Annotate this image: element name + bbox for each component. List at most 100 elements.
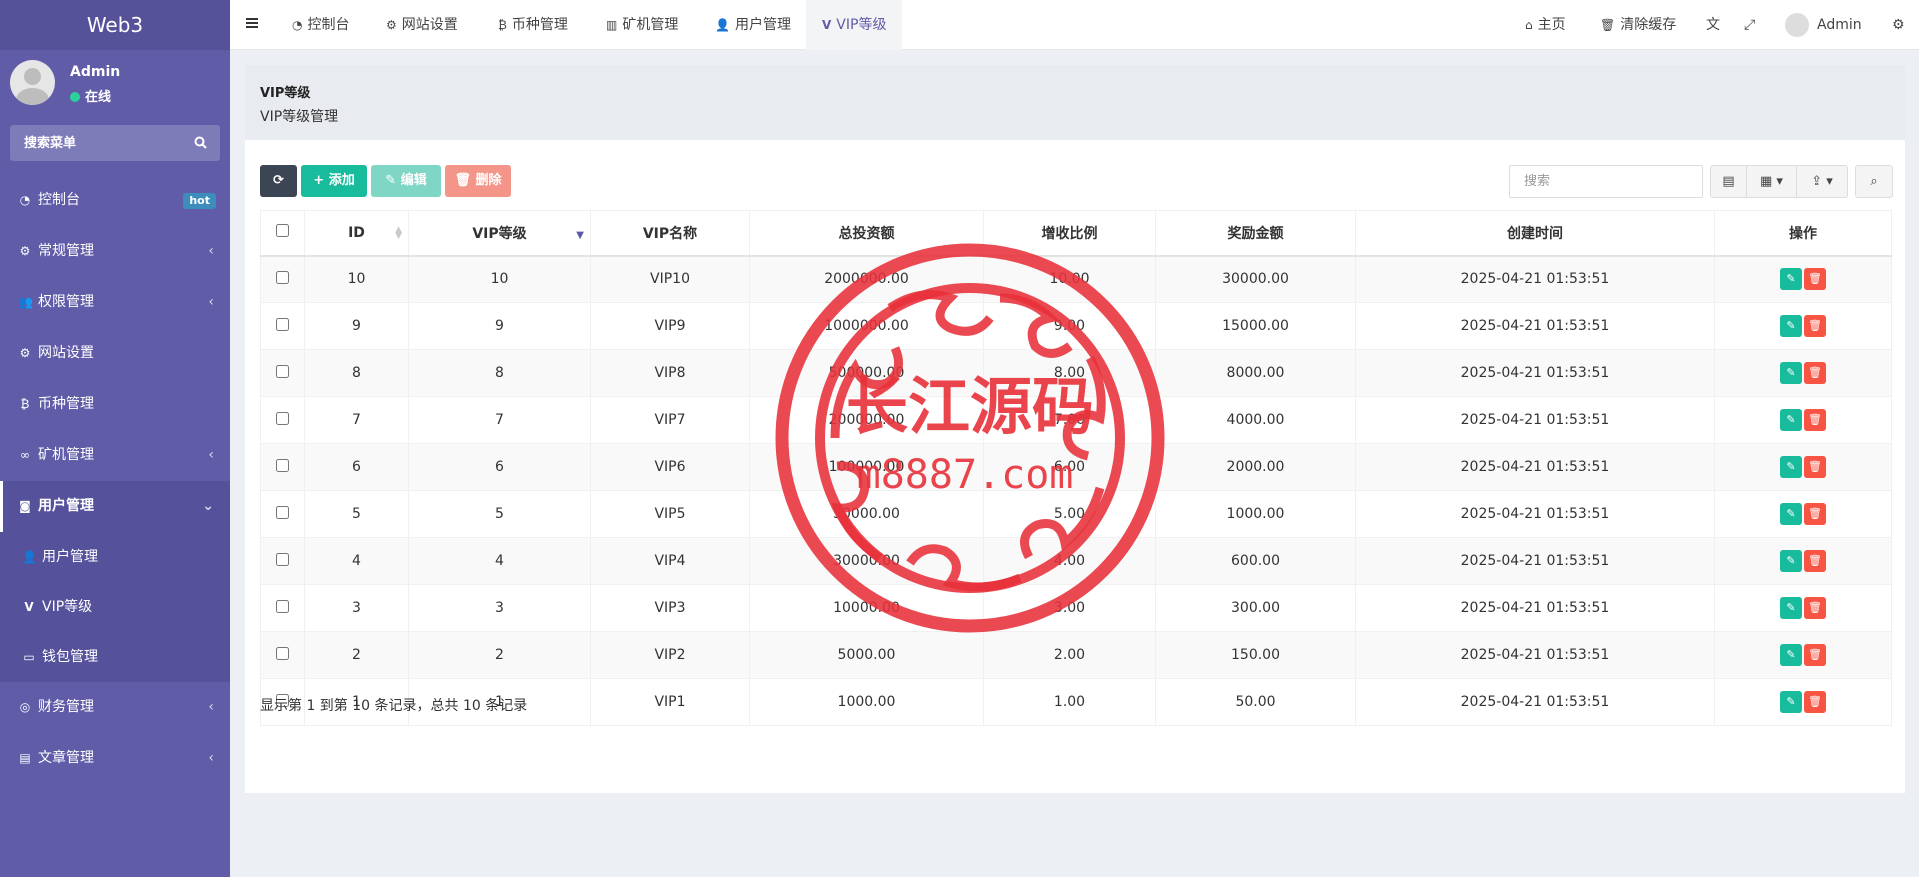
sidebar-item-finance[interactable]: ◎ 财务管理 ‹ bbox=[0, 682, 230, 733]
sidebar-item-miners[interactable]: ∞ 矿机管理 ‹ bbox=[0, 430, 230, 481]
edit-button[interactable]: ✎ 编辑 bbox=[371, 165, 441, 197]
refresh-button[interactable]: ⟳ bbox=[260, 165, 297, 197]
row-edit-button[interactable]: ✎ bbox=[1780, 456, 1802, 478]
table-row[interactable]: 4 4 VIP4 30000.00 4.00 600.00 2025-04-21 01:53… bbox=[260, 537, 1892, 585]
row-edit-button[interactable]: ✎ bbox=[1780, 644, 1802, 666]
row-edit-button[interactable]: ✎ bbox=[1780, 503, 1802, 525]
row-actions: ✎ 🗑 bbox=[1714, 678, 1892, 726]
fullscreen-icon[interactable]: ⤢ bbox=[1744, 0, 1755, 50]
col-label: VIP等级 bbox=[472, 225, 527, 242]
sidebar-item-currency[interactable]: ₿ 币种管理 bbox=[0, 379, 230, 430]
row-checkbox[interactable] bbox=[276, 505, 289, 519]
admin-menu[interactable]: Admin bbox=[1785, 0, 1862, 50]
table-row[interactable]: 9 9 VIP9 1000000.00 9.00 15000.00 2025-04-21 0… bbox=[260, 302, 1892, 350]
tab-currency[interactable]: ₿ 币种管理 bbox=[498, 0, 568, 50]
row-checkbox[interactable] bbox=[276, 646, 289, 660]
table-row[interactable]: 10 10 VIP10 2000000.00 10.00 30000.00 2025-04-… bbox=[260, 255, 1892, 303]
row-edit-button[interactable]: ✎ bbox=[1780, 268, 1802, 291]
row-delete-button[interactable]: 🗑 bbox=[1804, 597, 1826, 619]
cell-reward-amount: 2000.00 bbox=[1155, 443, 1356, 491]
settings-icon[interactable]: ⚙ bbox=[1892, 0, 1905, 50]
col-vip-level[interactable]: VIP等级 ▼ bbox=[408, 210, 591, 257]
row-checkbox[interactable] bbox=[276, 599, 289, 613]
advanced-search-button[interactable]: ⌕ bbox=[1855, 165, 1893, 198]
tab-label: VIP等级 bbox=[836, 17, 887, 33]
sidebar-item-site-settings[interactable]: ⚙ 网站设置 bbox=[0, 328, 230, 379]
col-vip-name: VIP名称 bbox=[590, 210, 750, 257]
row-delete-button[interactable]: 🗑 bbox=[1804, 691, 1826, 713]
cell-total-investment: 200000.00 bbox=[749, 396, 984, 444]
cell-created-at: 2025-04-21 01:53:51 bbox=[1355, 349, 1715, 397]
table-row[interactable]: 3 3 VIP3 10000.00 3.00 300.00 2025-04-21 01:53… bbox=[260, 584, 1892, 632]
sidebar-item-general[interactable]: ⚙ 常规管理 ‹ bbox=[0, 226, 230, 277]
tab-dashboard[interactable]: ◔ 控制台 bbox=[292, 0, 349, 50]
cell-created-at: 2025-04-21 01:53:51 bbox=[1355, 678, 1715, 726]
row-checkbox[interactable] bbox=[276, 317, 289, 331]
sidebar-subitem-vip[interactable]: V VIP等级 bbox=[0, 582, 230, 632]
delete-button[interactable]: 🗑 删除 bbox=[445, 165, 511, 197]
tab-users[interactable]: 👤 用户管理 bbox=[715, 0, 791, 50]
row-delete-button[interactable]: 🗑 bbox=[1804, 456, 1826, 478]
row-actions: ✎ 🗑 bbox=[1714, 443, 1892, 491]
table-row[interactable]: 8 8 VIP8 500000.00 8.00 8000.00 2025-04-21 01:… bbox=[260, 349, 1892, 397]
sidebar: Web3 Admin 在线 ◔ 控制台 hot ⚙ 常规管理 ‹ 👥 权限管理 ‹ ⚙… bbox=[0, 0, 230, 877]
tab-label: 矿机管理 bbox=[622, 17, 679, 33]
sidebar-item-users[interactable]: ◙ 用户管理 ⌄ bbox=[0, 481, 230, 532]
home-link[interactable]: ⌂ 主页 bbox=[1525, 0, 1566, 50]
row-delete-button[interactable]: 🗑 bbox=[1804, 268, 1826, 291]
search-icon[interactable] bbox=[194, 136, 207, 149]
menu-toggle-icon[interactable] bbox=[246, 0, 258, 50]
cell-vip-name: VIP1 bbox=[590, 678, 750, 726]
row-edit-button[interactable]: ✎ bbox=[1780, 550, 1802, 572]
cell-vip-name: VIP7 bbox=[590, 396, 750, 444]
add-button[interactable]: + 添加 bbox=[301, 165, 367, 197]
table-row[interactable]: 2 2 VIP2 5000.00 2.00 150.00 2025-04-21 01:53:… bbox=[260, 631, 1892, 679]
sidebar-item-dashboard[interactable]: ◔ 控制台 hot bbox=[0, 175, 230, 226]
sidebar-item-permissions[interactable]: 👥 权限管理 ‹ bbox=[0, 277, 230, 328]
sidebar-subitem-wallet[interactable]: ▭ 钱包管理 bbox=[0, 632, 230, 682]
row-delete-button[interactable]: 🗑 bbox=[1804, 315, 1826, 337]
row-select-cell bbox=[260, 302, 305, 350]
sidebar-item-articles[interactable]: ▤ 文章管理 ‹ bbox=[0, 733, 230, 784]
toggle-view-button[interactable]: ▤ bbox=[1710, 165, 1747, 198]
tab-vip[interactable]: V VIP等级 bbox=[806, 0, 903, 50]
row-edit-button[interactable]: ✎ bbox=[1780, 362, 1802, 384]
row-checkbox[interactable] bbox=[276, 458, 289, 472]
row-checkbox[interactable] bbox=[276, 411, 289, 425]
row-checkbox[interactable] bbox=[276, 552, 289, 566]
row-delete-button[interactable]: 🗑 bbox=[1804, 503, 1826, 525]
sidebar-item-label: 用户管理 bbox=[42, 549, 98, 565]
table-row[interactable]: 7 7 VIP7 200000.00 7.00 4000.00 2025-04-21 01:… bbox=[260, 396, 1892, 444]
list-icon: ▤ bbox=[1722, 174, 1735, 189]
translate-icon[interactable]: 文 bbox=[1706, 0, 1720, 50]
row-edit-button[interactable]: ✎ bbox=[1780, 315, 1802, 337]
chevron-left-icon: ‹ bbox=[208, 447, 214, 463]
select-all-checkbox[interactable] bbox=[276, 224, 289, 238]
refresh-icon: ⟳ bbox=[273, 173, 284, 188]
table-search-input[interactable] bbox=[1509, 165, 1703, 198]
row-delete-button[interactable]: 🗑 bbox=[1804, 644, 1826, 666]
row-delete-button[interactable]: 🗑 bbox=[1804, 550, 1826, 572]
chevron-left-icon: ‹ bbox=[208, 699, 214, 715]
row-checkbox[interactable] bbox=[276, 270, 289, 284]
columns-button[interactable]: ▦ ▾ bbox=[1746, 165, 1797, 198]
export-button[interactable]: ⇪ ▾ bbox=[1796, 165, 1848, 198]
row-delete-button[interactable]: 🗑 bbox=[1804, 409, 1826, 431]
row-edit-button[interactable]: ✎ bbox=[1780, 597, 1802, 619]
table-row[interactable]: 6 6 VIP6 100000.00 6.00 2000.00 2025-04-21 01:… bbox=[260, 443, 1892, 491]
page-title: VIP等级 bbox=[260, 86, 311, 101]
app-logo[interactable]: Web3 bbox=[0, 0, 230, 50]
dashboard-icon: ◔ bbox=[292, 18, 303, 32]
menu-search-input[interactable] bbox=[10, 125, 180, 161]
row-checkbox[interactable] bbox=[276, 364, 289, 378]
row-edit-button[interactable]: ✎ bbox=[1780, 409, 1802, 431]
table-row[interactable]: 5 5 VIP5 50000.00 5.00 1000.00 2025-04-21 01:5… bbox=[260, 490, 1892, 538]
tab-miners[interactable]: ▥ 矿机管理 bbox=[606, 0, 678, 50]
clear-cache-button[interactable]: 🗑 清除缓存 bbox=[1600, 0, 1676, 50]
sidebar-subitem-users[interactable]: 👤 用户管理 bbox=[0, 532, 230, 582]
edit-label: 编辑 bbox=[400, 173, 427, 188]
tab-site-settings[interactable]: ⚙ 网站设置 bbox=[386, 0, 458, 50]
col-id[interactable]: ID ▲ ▼ bbox=[304, 210, 409, 257]
row-delete-button[interactable]: 🗑 bbox=[1804, 362, 1826, 384]
row-edit-button[interactable]: ✎ bbox=[1780, 691, 1802, 713]
